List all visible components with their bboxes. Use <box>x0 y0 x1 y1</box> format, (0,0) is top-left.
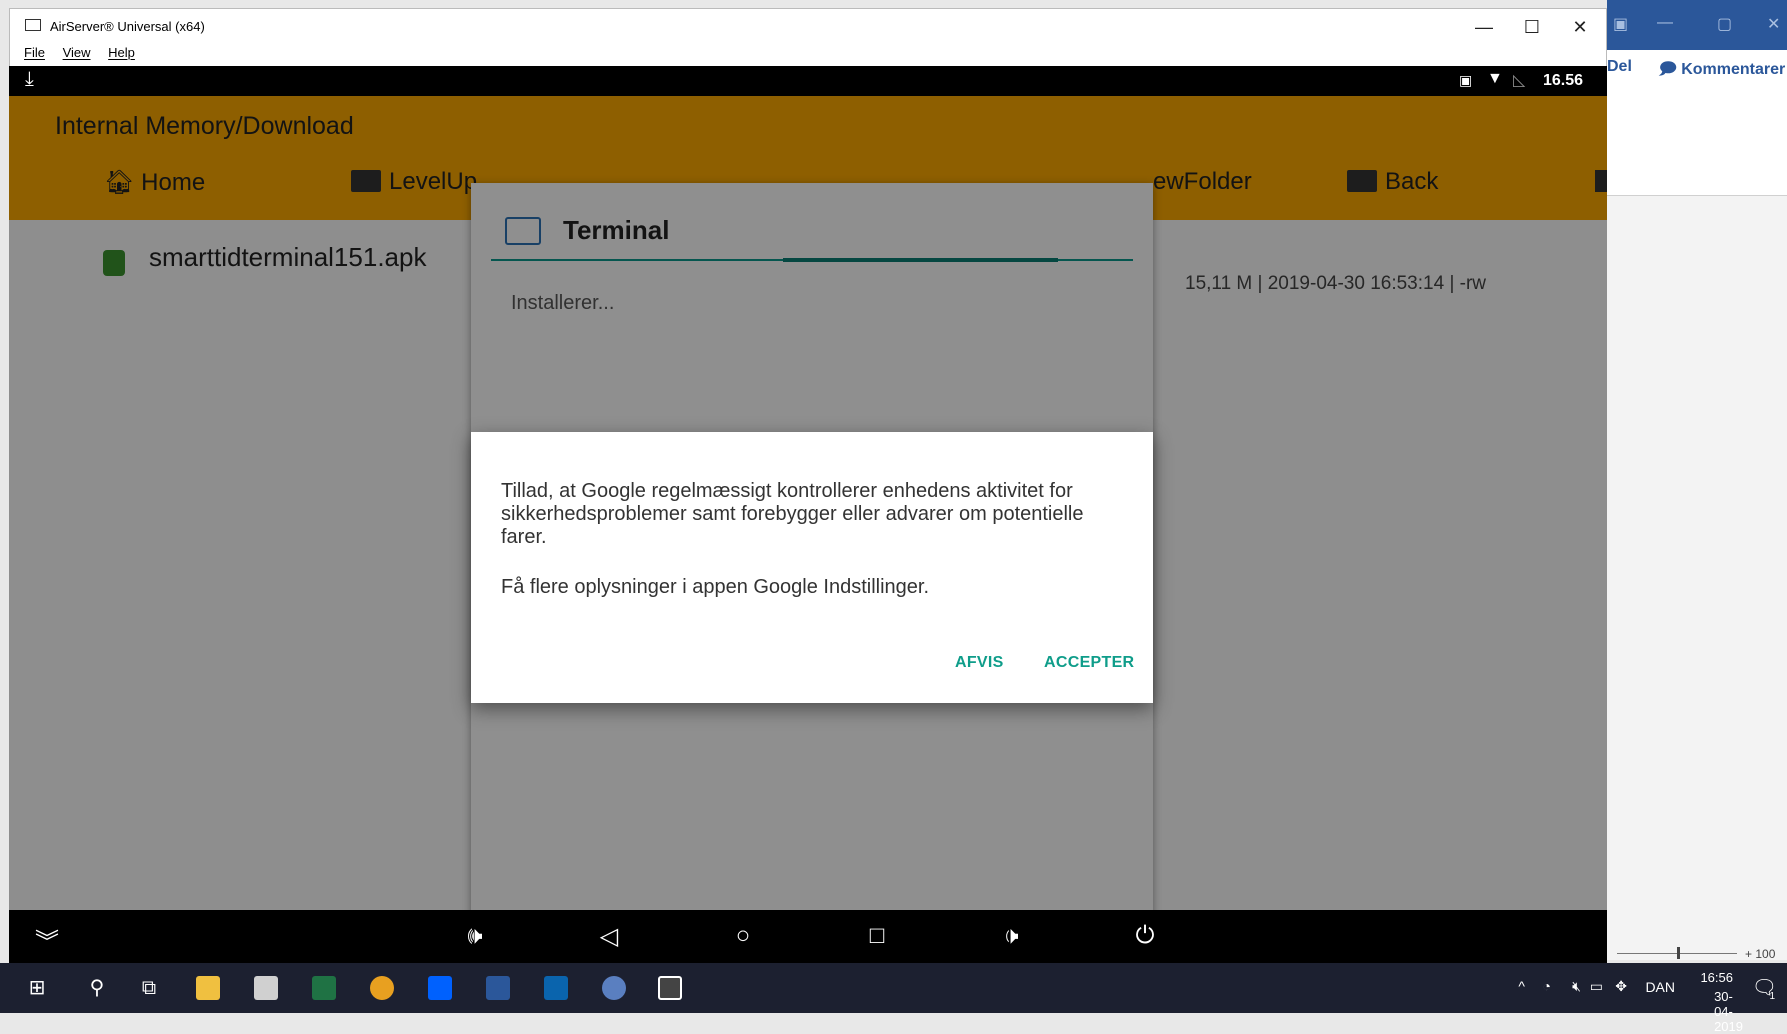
excel-icon[interactable] <box>312 976 336 1000</box>
language-indicator[interactable]: DAN <box>1645 979 1675 995</box>
back-icon[interactable]: ◁ <box>589 922 629 951</box>
cast-icon: ▣ <box>1459 72 1473 88</box>
maximize-button[interactable]: ☐ <box>1510 13 1554 41</box>
outlook-icon[interactable] <box>544 976 568 1000</box>
chevron-up-icon[interactable]: ^ <box>1518 978 1525 994</box>
zoom-label: + 100 <box>1745 947 1776 961</box>
task-view-icon[interactable]: ⧉ <box>132 971 166 1005</box>
windows-taskbar: ⊞ ⚲ ⧉ ^ ◔ 🔇︎ ▭ ✥ DAN 16:56 30-04-2019 🗨︎… <box>0 963 1787 1034</box>
collapse-icon[interactable]: ︾ <box>27 922 67 957</box>
file-explorer-icon[interactable] <box>196 976 220 1000</box>
share-button[interactable]: Del <box>1607 58 1632 76</box>
background-word-titlebar: ▣ — ▢ ✕ <box>1607 0 1787 50</box>
decline-button[interactable]: AFVIS <box>955 654 1004 672</box>
comments-label: Kommentarer <box>1681 61 1786 78</box>
menu-bar: File View Help <box>10 45 1606 67</box>
clock-date[interactable]: 30-04-2019 <box>1714 989 1743 1034</box>
menu-view[interactable]: View <box>63 45 91 60</box>
airserver-app-icon <box>25 19 41 31</box>
battery-icon[interactable]: ▭ <box>1590 978 1603 995</box>
no-signal-icon: ◺ <box>1513 72 1526 89</box>
accept-button[interactable]: ACCEPTER <box>1044 654 1134 672</box>
minimize-button[interactable]: — <box>1462 13 1506 41</box>
calculator-icon[interactable] <box>254 976 278 1000</box>
word-icon[interactable] <box>486 976 510 1000</box>
volume-muted-icon[interactable]: 🔇︎ <box>1572 978 1581 995</box>
android-nav-bar: ︾ 🕪︎ ◁ ○ □ 🕩︎ ⏻ <box>9 910 1607 963</box>
background-word-ribbon: Del 🗩 Kommentarer <box>1607 50 1787 196</box>
chrome-icon[interactable] <box>370 976 394 1000</box>
window-titlebar: AirServer® Universal (x64) — ☐ ✕ <box>10 9 1606 45</box>
menu-help[interactable]: Help <box>108 45 135 60</box>
wifi-icon: ▼ <box>1487 70 1503 87</box>
volume-up-icon[interactable]: 🕩︎ <box>991 922 1031 950</box>
permission-more-info: Få flere oplysninger i appen Google Inds… <box>501 576 930 598</box>
permission-message: Tillad, at Google regelmæssigt kontrolle… <box>501 480 1084 548</box>
search-icon[interactable]: ⚲ <box>80 971 114 1005</box>
window-title: AirServer® Universal (x64) <box>50 19 205 34</box>
start-icon[interactable]: ⊞ <box>20 971 54 1005</box>
network-icon[interactable]: ◔ <box>1543 978 1551 994</box>
power-icon[interactable]: ⏻ <box>1125 922 1165 950</box>
download-icon: ⤓ <box>25 68 34 90</box>
recents-icon[interactable]: □ <box>857 922 897 950</box>
android-status-bar: ⤓ ▣ ▼ ◺ 16.56 <box>9 66 1607 96</box>
dropbox-icon[interactable] <box>428 976 452 1000</box>
comments-button[interactable]: 🗩 Kommentarer <box>1659 58 1785 85</box>
app-icon[interactable] <box>602 976 626 1000</box>
dropbox-tray-icon[interactable]: ✥ <box>1615 978 1627 995</box>
status-time: 16.56 <box>1543 72 1584 89</box>
android-screen: ⤓ ▣ ▼ ◺ 16.56 Internal Memory/Download 🏠… <box>9 66 1607 963</box>
close-button[interactable]: ✕ <box>1558 13 1602 41</box>
home-button-icon[interactable]: ○ <box>723 922 763 950</box>
google-permission-dialog: Tillad, at Google regelmæssigt kontrolle… <box>471 432 1153 703</box>
volume-down-icon[interactable]: 🕪︎ <box>455 922 495 950</box>
airserver-taskbar-icon[interactable] <box>658 976 682 1000</box>
notification-count: 1 <box>1769 991 1775 1002</box>
comment-icon: 🗩 <box>1659 61 1682 78</box>
clock-time[interactable]: 16:56 <box>1700 970 1733 985</box>
menu-file[interactable]: File <box>24 45 45 60</box>
